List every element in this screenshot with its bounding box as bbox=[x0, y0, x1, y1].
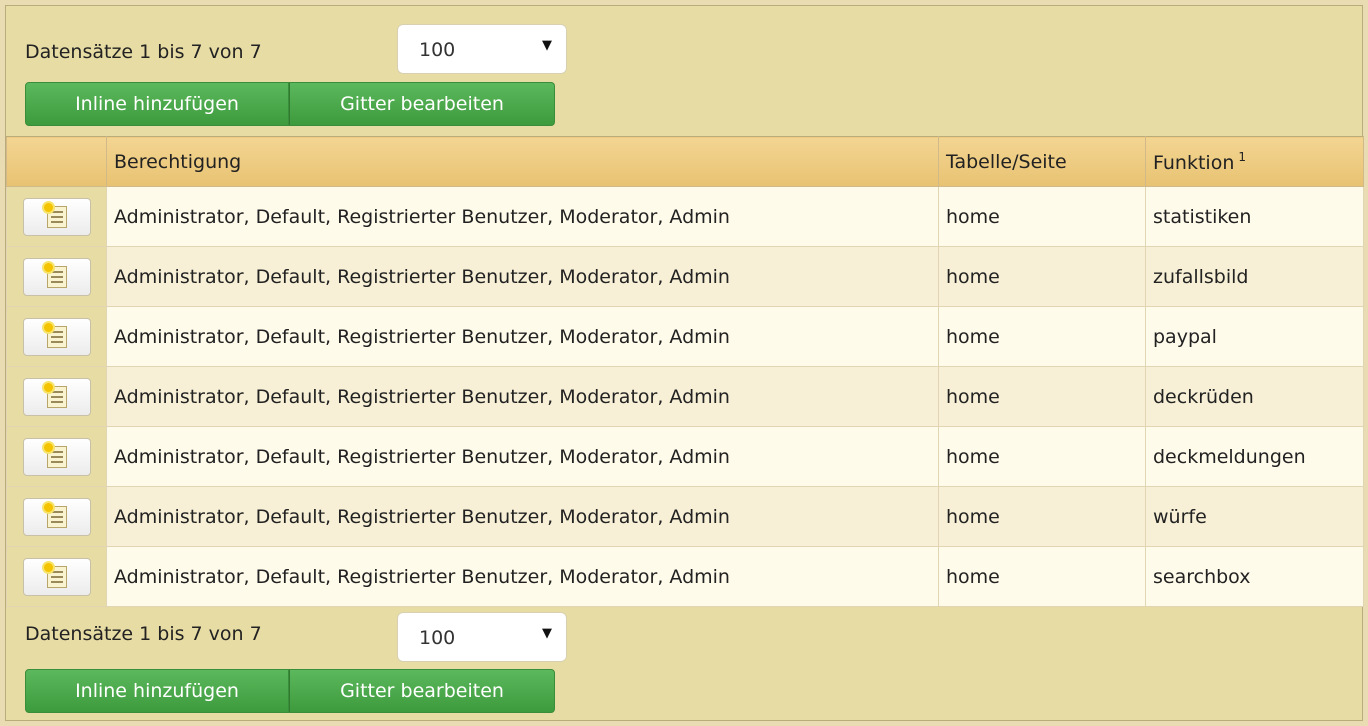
cell-permission: Administrator, Default, Registrierter Be… bbox=[106, 426, 939, 487]
dropdown-arrow-icon: ▼ bbox=[542, 626, 552, 641]
grid-edit-button[interactable]: Gitter bearbeiten bbox=[289, 669, 555, 713]
cell-function: statistiken bbox=[1145, 186, 1364, 247]
edit-document-icon bbox=[43, 502, 67, 528]
row-action-cell bbox=[6, 366, 107, 427]
header-permission[interactable]: Berechtigung bbox=[106, 136, 939, 187]
page-size-value: 100 bbox=[419, 627, 456, 649]
cell-table-page: home bbox=[938, 306, 1146, 367]
table-row: Administrator, Default, Registrierter Be… bbox=[6, 426, 1364, 487]
cell-table-page: home bbox=[938, 366, 1146, 427]
cell-permission: Administrator, Default, Registrierter Be… bbox=[106, 186, 939, 247]
row-action-cell bbox=[6, 186, 107, 247]
cell-function: deckmeldungen bbox=[1145, 426, 1364, 487]
edit-document-icon bbox=[43, 262, 67, 288]
table-row: Administrator, Default, Registrierter Be… bbox=[6, 366, 1364, 427]
pager-bottom: Datensätze 1 bis 7 von 7 100 ▼ Inline hi… bbox=[6, 6, 1362, 713]
row-action-cell bbox=[6, 546, 107, 607]
sort-index: 1 bbox=[1238, 149, 1247, 164]
table-row: Administrator, Default, Registrierter Be… bbox=[6, 486, 1364, 547]
table-row: Administrator, Default, Registrierter Be… bbox=[6, 246, 1364, 307]
header-actions bbox=[6, 136, 107, 187]
edit-document-icon bbox=[43, 322, 67, 348]
edit-document-icon bbox=[43, 382, 67, 408]
cell-table-page: home bbox=[938, 246, 1146, 307]
edit-row-button[interactable] bbox=[22, 377, 91, 416]
cell-permission: Administrator, Default, Registrierter Be… bbox=[106, 306, 939, 367]
cell-permission: Administrator, Default, Registrierter Be… bbox=[106, 366, 939, 427]
row-action-cell bbox=[6, 426, 107, 487]
cell-table-page: home bbox=[938, 546, 1146, 607]
records-grid-panel: Datensätze 1 bis 7 von 7 100 ▼ Inline hi… bbox=[5, 5, 1364, 721]
cell-function: deckrüden bbox=[1145, 366, 1364, 427]
header-function[interactable]: Funktion 1 bbox=[1145, 136, 1364, 187]
cell-function: würfe bbox=[1145, 486, 1364, 547]
edit-row-button[interactable] bbox=[22, 317, 91, 356]
cell-table-page: home bbox=[938, 426, 1146, 487]
table-row: Administrator, Default, Registrierter Be… bbox=[6, 186, 1364, 247]
edit-document-icon bbox=[43, 202, 67, 228]
cell-permission: Administrator, Default, Registrierter Be… bbox=[106, 486, 939, 547]
data-table: Berechtigung Tabelle/Seite Funktion 1 Adm… bbox=[6, 136, 1364, 607]
edit-document-icon bbox=[43, 562, 67, 588]
cell-function: paypal bbox=[1145, 306, 1364, 367]
edit-row-button[interactable] bbox=[22, 497, 91, 536]
cell-permission: Administrator, Default, Registrierter Be… bbox=[106, 546, 939, 607]
cell-table-page: home bbox=[938, 186, 1146, 247]
row-action-cell bbox=[6, 246, 107, 307]
header-table-page[interactable]: Tabelle/Seite bbox=[938, 136, 1146, 187]
action-button-group: Inline hinzufügen Gitter bearbeiten bbox=[25, 669, 555, 713]
edit-row-button[interactable] bbox=[22, 557, 91, 596]
cell-function: searchbox bbox=[1145, 546, 1364, 607]
row-action-cell bbox=[6, 486, 107, 547]
page-size-select[interactable]: 100 ▼ bbox=[397, 612, 567, 662]
edit-row-button[interactable] bbox=[22, 437, 91, 476]
table-row: Administrator, Default, Registrierter Be… bbox=[6, 306, 1364, 367]
inline-add-button[interactable]: Inline hinzufügen bbox=[25, 669, 289, 713]
cell-permission: Administrator, Default, Registrierter Be… bbox=[106, 246, 939, 307]
table-header-row: Berechtigung Tabelle/Seite Funktion 1 bbox=[6, 136, 1364, 187]
cell-table-page: home bbox=[938, 486, 1146, 547]
edit-row-button[interactable] bbox=[22, 257, 91, 296]
cell-function: zufallsbild bbox=[1145, 246, 1364, 307]
edit-document-icon bbox=[43, 442, 67, 468]
table-row: Administrator, Default, Registrierter Be… bbox=[6, 546, 1364, 607]
record-count: Datensätze 1 bis 7 von 7 bbox=[25, 623, 262, 645]
row-action-cell bbox=[6, 306, 107, 367]
edit-row-button[interactable] bbox=[22, 197, 91, 236]
